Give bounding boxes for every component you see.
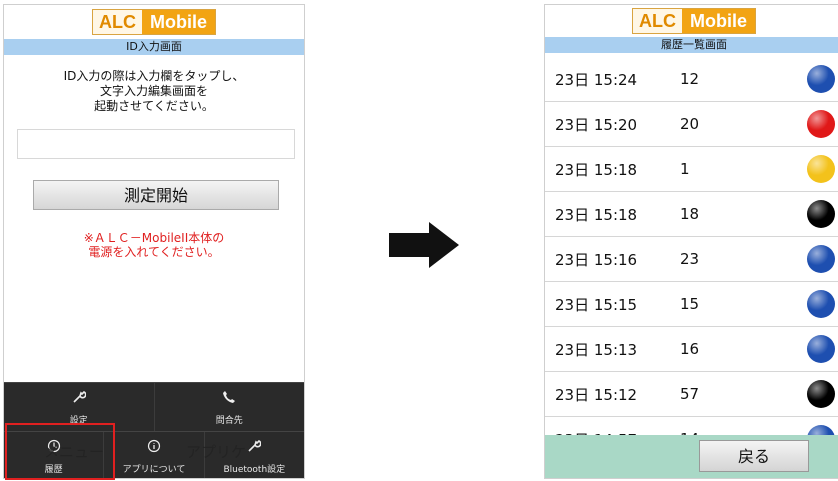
history-list-screen: ALC Mobile 履歴一覧画面 23日 15:24 12 23日 15:20 20… xyxy=(544,4,838,479)
warning-line: ※ＡＬＣ－MobileII本体の xyxy=(83,231,225,245)
logo-mobile: Mobile xyxy=(142,10,215,34)
wrench-icon xyxy=(71,389,87,405)
history-datetime: 23日 15:20 xyxy=(555,115,638,134)
instruction-line: 起動させてください。 xyxy=(94,99,214,113)
result-indicator-dot xyxy=(807,200,835,228)
instruction-line: ID入力の際は入力欄をタップし、 xyxy=(63,69,245,83)
info-icon xyxy=(146,438,162,454)
logo-bar: ALC Mobile xyxy=(4,5,304,39)
history-value: 1 xyxy=(680,160,690,178)
history-value: 15 xyxy=(680,295,700,313)
menu-item-label: Bluetooth設定 xyxy=(223,465,286,475)
logo-mobile: Mobile xyxy=(682,9,755,33)
result-indicator-dot xyxy=(807,110,835,138)
history-datetime: 23日 15:18 xyxy=(555,205,638,224)
history-highlight-box xyxy=(5,423,115,480)
result-indicator-dot xyxy=(807,155,835,183)
screen-title: ID入力画面 xyxy=(4,39,304,55)
history-value: 16 xyxy=(680,340,700,358)
warning-line: 電源を入れてください。 xyxy=(88,245,220,259)
result-indicator-dot xyxy=(807,290,835,318)
menu-item-label: アプリについて xyxy=(122,465,186,475)
result-indicator-dot xyxy=(807,245,835,273)
history-row[interactable]: 23日 15:18 1 xyxy=(545,147,838,192)
history-datetime: 23日 15:16 xyxy=(555,250,638,269)
history-row[interactable]: 23日 15:20 20 xyxy=(545,102,838,147)
instruction-line: 文字入力編集画面を xyxy=(99,84,208,98)
result-indicator-dot xyxy=(807,335,835,363)
history-row[interactable]: 23日 15:16 23 xyxy=(545,237,838,282)
back-button[interactable]: 戻る xyxy=(699,440,809,472)
id-input-screen: ALC Mobile ID入力画面 ID入力の際は入力欄をタップし、 文字入力編… xyxy=(3,4,305,479)
history-row[interactable]: 23日 15:12 57 xyxy=(545,372,838,417)
wrench-icon xyxy=(246,438,262,454)
logo-alc: ALC xyxy=(93,10,142,34)
instruction-text: ID入力の際は入力欄をタップし、 文字入力編集画面を 起動させてください。 xyxy=(4,69,304,114)
history-datetime: 23日 15:15 xyxy=(555,295,638,314)
logo-bar: ALC Mobile xyxy=(545,5,838,37)
menu-item-contact[interactable]: 問合先 xyxy=(155,383,305,431)
logo-alc: ALC xyxy=(633,9,682,33)
phone-icon xyxy=(221,389,237,405)
result-indicator-dot xyxy=(807,65,835,93)
right-arrow-icon xyxy=(389,222,459,268)
history-datetime: 23日 15:12 xyxy=(555,385,638,404)
history-value: 20 xyxy=(680,115,700,133)
history-datetime: 23日 15:18 xyxy=(555,160,638,179)
history-value: 18 xyxy=(680,205,700,223)
screen-title: 履歴一覧画面 xyxy=(545,37,838,53)
app-logo: ALC Mobile xyxy=(632,8,756,34)
history-value: 12 xyxy=(680,70,700,88)
history-row[interactable]: 23日 15:24 12 xyxy=(545,57,838,102)
app-overlay-text: アプリケ xyxy=(186,443,247,461)
footer-bar: 戻る xyxy=(545,435,838,478)
menu-item-label: 問合先 xyxy=(215,416,243,426)
app-logo: ALC Mobile xyxy=(92,9,216,35)
history-value: 57 xyxy=(680,385,700,403)
id-input-field[interactable] xyxy=(17,129,295,159)
result-indicator-dot xyxy=(807,380,835,408)
start-measurement-button[interactable]: 測定開始 xyxy=(33,180,279,210)
history-row[interactable]: 23日 15:18 18 xyxy=(545,192,838,237)
history-datetime: 23日 15:24 xyxy=(555,70,638,89)
history-value: 23 xyxy=(680,250,700,268)
power-warning: ※ＡＬＣ－MobileII本体の 電源を入れてください。 xyxy=(4,231,304,259)
history-list: 23日 15:24 12 23日 15:20 20 23日 15:18 1 23日 15:1… xyxy=(545,57,838,462)
history-row[interactable]: 23日 15:15 15 xyxy=(545,282,838,327)
history-datetime: 23日 15:13 xyxy=(555,340,638,359)
history-row[interactable]: 23日 15:13 16 xyxy=(545,327,838,372)
